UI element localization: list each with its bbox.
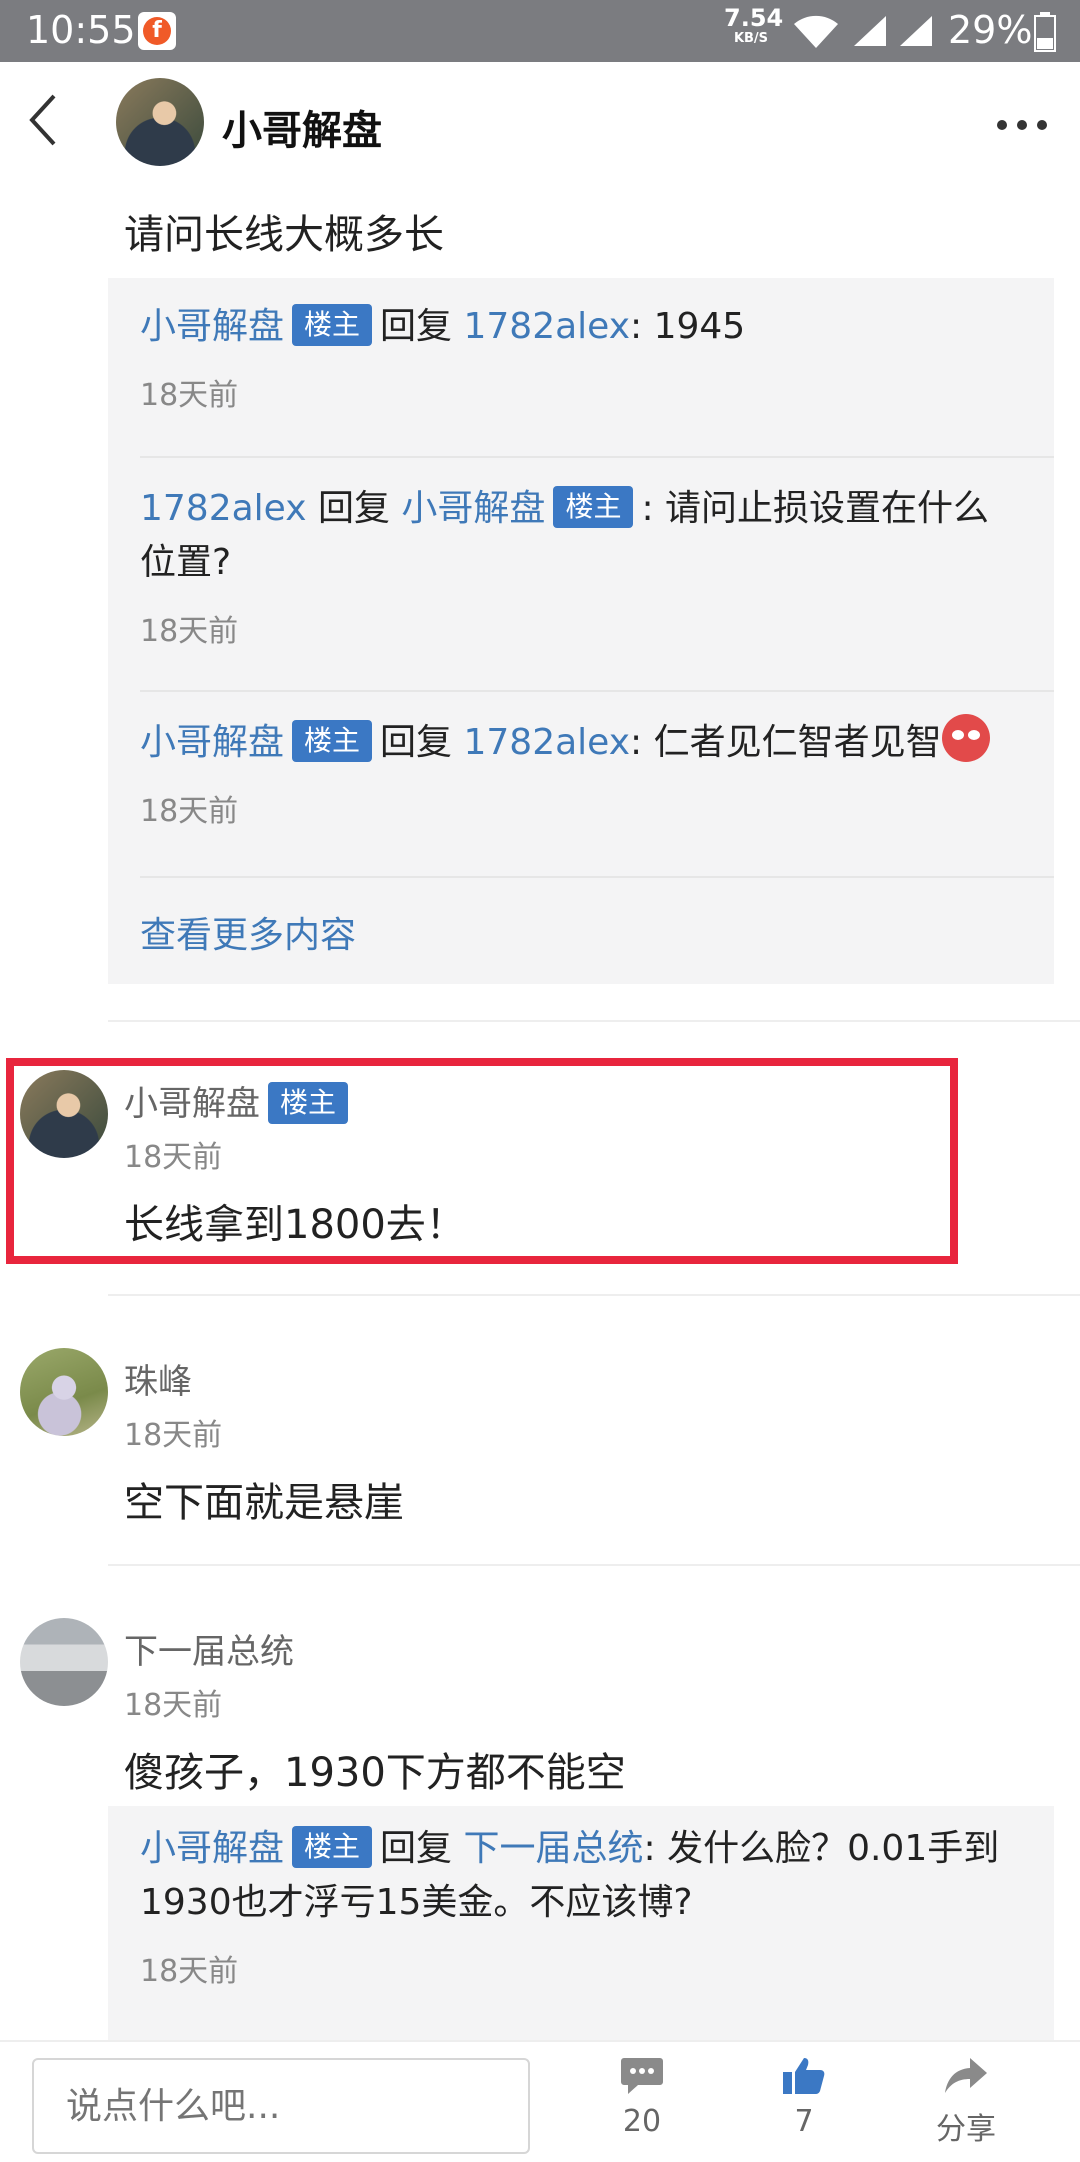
reply-thread: 小哥解盘 楼主 回复 1782alex: 1945 18天前 1782alex 回复… [108, 278, 1054, 984]
reply-time: 18天前 [140, 614, 239, 649]
reply-item[interactable]: 1782alex 回复 小哥解盘 楼主: 请问止损设置在什么位置? 18天前 [108, 482, 1054, 650]
list-item[interactable]: 珠峰 18天前 空下面就是悬崖 [0, 1348, 1080, 1526]
wifi-icon [792, 14, 840, 54]
op-badge: 楼主 [292, 720, 373, 762]
highlight-frame [6, 1058, 958, 1264]
divider [140, 690, 1054, 692]
comment-thread[interactable]: 请问长线大概多长 小哥解盘 楼主 回复 1782alex: 1945 18天前 17… [0, 178, 1080, 2040]
share-arrow-icon [944, 2058, 988, 2100]
comment-bubble-icon [620, 2058, 664, 2100]
reply-item[interactable]: 小哥解盘 楼主 回复 1782alex: 仁者见仁智者见智 18天前 [108, 714, 1054, 830]
battery-percent: 29% [948, 8, 1033, 52]
share-label: 分享 [936, 2112, 996, 2147]
reply-target[interactable]: 小哥解盘 [401, 488, 545, 529]
see-more-link[interactable]: 查看更多内容 [140, 906, 356, 958]
reply-time: 18天前 [140, 378, 239, 413]
thumbs-up-icon [782, 2058, 826, 2100]
battery-icon [1034, 12, 1056, 56]
network-speed: 7.54 KB/S [724, 4, 784, 46]
op-badge: 楼主 [292, 304, 373, 346]
share-button[interactable]: 分享 [906, 2056, 1026, 2148]
app-header: 小哥解盘 [0, 62, 1080, 178]
reply-word: 回复 [380, 722, 453, 763]
reply-item[interactable]: 小哥解盘 楼主 回复 1782alex: 1945 18天前 [108, 300, 1054, 414]
reply-text: : 1945 [630, 306, 746, 347]
reply-author[interactable]: 1782alex [140, 488, 307, 529]
network-speed-unit: KB/S [733, 31, 769, 46]
reply-target[interactable]: 1782alex [464, 722, 631, 763]
divider [108, 1020, 1080, 1022]
emoji-icon [941, 714, 990, 762]
comment-author[interactable]: 下一届总统 [124, 1632, 294, 1672]
reply-item[interactable]: 小哥解盘 楼主 回复 下一届总统: 发什么脸？0.01手到1930也才浮亏15美金。… [108, 1822, 1054, 1990]
op-badge: 楼主 [553, 486, 634, 528]
divider [140, 456, 1054, 458]
comment-time: 18天前 [124, 1418, 223, 1453]
comment-time: 18天前 [124, 1688, 223, 1723]
comment-button[interactable]: 20 [582, 2056, 702, 2139]
reply-target[interactable]: 1782alex [464, 306, 631, 347]
comment-input[interactable] [32, 2058, 530, 2154]
op-badge: 楼主 [292, 1826, 373, 1868]
avatar[interactable] [20, 1618, 108, 1706]
reply-author[interactable]: 小哥解盘 [140, 722, 284, 763]
comment-count: 20 [622, 2104, 662, 2139]
avatar[interactable] [116, 78, 204, 166]
page-title: 小哥解盘 [222, 108, 382, 154]
reply-word: 回复 [317, 488, 390, 529]
reply-thread: 小哥解盘 楼主 回复 下一届总统: 发什么脸？0.01手到1930也才浮亏15美金。… [108, 1806, 1054, 2040]
bottom-action-bar: 20 7 分享 [0, 2040, 1080, 2162]
comment-text: 请问长线大概多长 [124, 212, 444, 258]
status-time: 10:55 [26, 8, 136, 52]
reply-text: : 仁者见仁智者见智 [630, 722, 942, 763]
avatar[interactable] [20, 1348, 108, 1436]
like-button[interactable]: 7 [744, 2056, 864, 2139]
comment-text: 空下面就是悬崖 [124, 1480, 404, 1526]
network-speed-value: 7.54 [724, 4, 784, 32]
app-notification-icon: f [138, 12, 176, 50]
list-item[interactable]: 下一届总统 18天前 傻孩子，1930下方都不能空 [0, 1618, 1080, 1796]
signal-icon [852, 14, 888, 52]
reply-author[interactable]: 小哥解盘 [140, 1828, 284, 1869]
back-arrow-icon[interactable] [24, 92, 64, 152]
reply-author[interactable]: 小哥解盘 [140, 306, 284, 347]
reply-time: 18天前 [140, 1954, 239, 1989]
signal-icon-2 [898, 14, 934, 52]
reply-time: 18天前 [140, 794, 239, 829]
more-options-icon[interactable] [996, 116, 1048, 135]
reply-word: 回复 [380, 306, 453, 347]
reply-target[interactable]: 下一届总统 [464, 1828, 644, 1869]
comment-text: 傻孩子，1930下方都不能空 [124, 1750, 626, 1796]
divider [108, 1564, 1080, 1566]
reply-word: 回复 [380, 1828, 453, 1869]
divider [108, 1294, 1080, 1296]
status-bar: 10:55 f 7.54 KB/S 29% [0, 0, 1080, 62]
comment-author[interactable]: 珠峰 [124, 1362, 192, 1402]
like-count: 7 [794, 2104, 814, 2139]
divider [140, 876, 1054, 878]
